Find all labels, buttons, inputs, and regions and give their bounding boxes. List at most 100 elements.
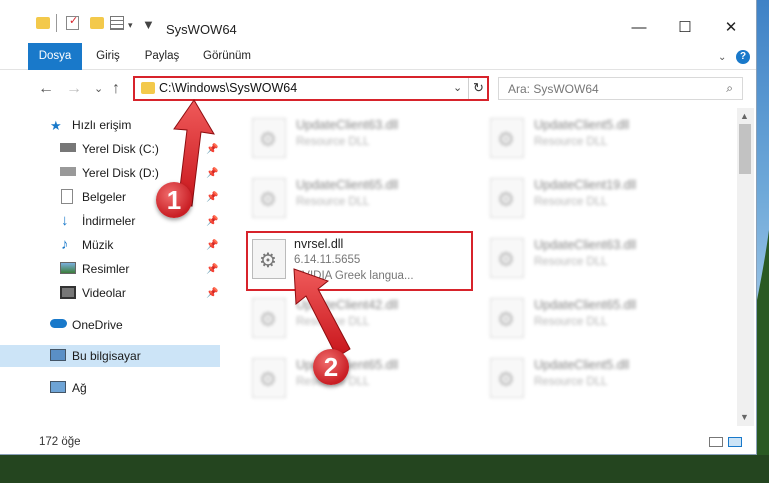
file-name: UpdateClient65.dll xyxy=(296,178,399,192)
status-bar: 172 öğe xyxy=(0,426,756,454)
scroll-up-icon[interactable]: ▲ xyxy=(740,111,749,121)
window-title: SysWOW64 xyxy=(166,22,237,37)
ribbon-expand-icon[interactable]: ⌄ xyxy=(718,52,726,63)
file-name: UpdateClient65.dll xyxy=(534,298,637,312)
title-bar: ✓ ▾ ▼ SysWOW64 — ☐ ✕ xyxy=(0,0,756,43)
list-item[interactable]: UpdateClient5.dll Resource DLL xyxy=(482,352,712,404)
sidebar-item-this-pc[interactable]: Bu bilgisayar xyxy=(0,345,220,367)
file-name: nvrsel.dll xyxy=(294,237,344,251)
dll-file-icon xyxy=(252,358,286,398)
sidebar-item-videos[interactable]: Videolar 📌 xyxy=(0,282,220,304)
search-input[interactable]: Ara: SysWOW64 ⌕ xyxy=(498,77,743,100)
back-button[interactable]: ← xyxy=(38,80,54,98)
recent-locations-button[interactable]: ⌄ xyxy=(94,82,103,95)
help-button[interactable]: ? xyxy=(736,50,750,64)
item-count: 172 öğe xyxy=(39,436,81,448)
list-item[interactable]: UpdateClient63.dll Resource DLL xyxy=(244,112,474,164)
search-placeholder: Ara: SysWOW64 xyxy=(508,82,599,96)
drive-icon xyxy=(60,167,76,176)
file-description: Resource DLL xyxy=(534,316,608,328)
sidebar-item-network[interactable]: Ağ xyxy=(0,377,220,399)
sidebar-item-label: Bu bilgisayar xyxy=(72,349,141,363)
video-icon xyxy=(60,286,76,299)
file-name: UpdateClient5.dll xyxy=(534,118,630,132)
sidebar-item-label: Yerel Disk (D:) xyxy=(82,166,159,180)
computer-icon xyxy=(50,349,66,361)
folder-icon xyxy=(141,82,155,94)
qa-arrow-icon[interactable]: ▼ xyxy=(142,17,155,35)
sidebar-item-label: Yerel Disk (C:) xyxy=(82,142,159,156)
list-item[interactable]: UpdateClient65.dll Resource DLL xyxy=(482,292,712,344)
list-item[interactable]: UpdateClient19.dll Resource DLL xyxy=(482,172,712,224)
file-name: UpdateClient63.dll xyxy=(534,238,637,252)
sidebar-item-pictures[interactable]: Resimler 📌 xyxy=(0,258,220,280)
file-description: Resource DLL xyxy=(534,376,608,388)
new-folder-icon[interactable] xyxy=(90,14,104,32)
scroll-down-icon[interactable]: ▼ xyxy=(740,412,749,422)
address-path[interactable]: C:\Windows\SysWOW64 xyxy=(159,81,297,95)
star-icon: ★ xyxy=(50,118,62,133)
sidebar-item-label: OneDrive xyxy=(72,318,123,332)
forward-button[interactable]: → xyxy=(66,80,82,98)
file-description: Resource DLL xyxy=(296,136,370,148)
address-dropdown-icon[interactable]: ⌄ xyxy=(453,81,462,94)
tab-giris[interactable]: Giriş xyxy=(88,43,128,70)
sidebar-item-label: Videolar xyxy=(82,286,126,300)
customize-toolbar-icon[interactable] xyxy=(110,14,124,32)
pin-icon[interactable]: 📌 xyxy=(206,288,218,299)
dll-file-icon xyxy=(252,178,286,218)
picture-icon xyxy=(60,262,76,274)
file-name: UpdateClient5.dll xyxy=(534,358,630,372)
pin-icon[interactable]: 📌 xyxy=(206,240,218,251)
explorer-window: ✓ ▾ ▼ SysWOW64 — ☐ ✕ Dosya Giriş Paylaş … xyxy=(0,0,757,455)
tab-gorunum[interactable]: Görünüm xyxy=(196,43,258,70)
step-badge-1: 1 xyxy=(156,182,192,218)
dll-file-icon xyxy=(252,118,286,158)
up-button[interactable]: ↑ xyxy=(112,80,120,98)
download-icon: ↓ xyxy=(61,212,69,229)
annotation-arrow-2 xyxy=(293,268,351,358)
ribbon-tabs: Dosya Giriş Paylaş Görünüm xyxy=(0,43,756,70)
network-icon xyxy=(50,381,66,393)
pin-icon[interactable]: 📌 xyxy=(206,264,218,275)
divider xyxy=(468,78,469,99)
close-button[interactable]: ✕ xyxy=(708,12,754,42)
minimize-button[interactable]: — xyxy=(616,12,662,42)
file-description: Resource DLL xyxy=(534,196,608,208)
list-item[interactable]: UpdateClient5.dll Resource DLL xyxy=(482,112,712,164)
music-icon: ♪ xyxy=(61,236,69,253)
dropdown-icon[interactable]: ▾ xyxy=(128,20,133,38)
list-item[interactable]: UpdateClient65.dll Resource DLL xyxy=(244,172,474,224)
dll-file-icon xyxy=(490,238,524,278)
tab-paylas[interactable]: Paylaş xyxy=(140,43,184,70)
details-view-icon[interactable] xyxy=(709,437,723,447)
sidebar-item-music[interactable]: ♪ Müzik 📌 xyxy=(0,234,220,256)
scroll-thumb[interactable] xyxy=(739,124,751,174)
dll-file-icon xyxy=(490,298,524,338)
refresh-button[interactable]: ↻ xyxy=(473,80,484,96)
pin-icon[interactable]: 📌 xyxy=(206,216,218,227)
list-item[interactable]: UpdateClient42.dll Resource DLL xyxy=(244,292,474,344)
highlighted-file[interactable]: nvrsel.dll 6.14.11.5655 NVIDIA Greek lan… xyxy=(246,231,473,291)
properties-icon[interactable]: ✓ xyxy=(66,14,79,32)
sidebar-item-onedrive[interactable]: OneDrive xyxy=(0,314,220,336)
tab-dosya[interactable]: Dosya xyxy=(28,43,82,70)
search-icon[interactable]: ⌕ xyxy=(726,81,733,96)
file-description: Resource DLL xyxy=(296,196,370,208)
dll-file-icon xyxy=(490,118,524,158)
folder-icon xyxy=(36,14,50,32)
tiles-view-icon[interactable] xyxy=(728,437,742,447)
dll-file-icon xyxy=(490,358,524,398)
list-item[interactable]: UpdateClient63.dll Resource DLL xyxy=(482,232,712,284)
list-item[interactable]: nvrsel.dll 6.14.11.5655 NVIDIA Greek lan… xyxy=(248,235,478,287)
sidebar-item-label: İndirmeler xyxy=(82,214,136,228)
step-badge-2: 2 xyxy=(313,349,349,385)
divider xyxy=(56,14,57,32)
maximize-button[interactable]: ☐ xyxy=(662,12,708,42)
sidebar-item-label: Resimler xyxy=(82,262,130,276)
vertical-scrollbar[interactable]: ▲ ▼ xyxy=(737,108,754,426)
sidebar-item-label: Hızlı erişim xyxy=(72,118,132,132)
sidebar-item-label: Ağ xyxy=(72,381,87,395)
document-icon xyxy=(61,189,73,204)
list-item[interactable]: UpdateClient65.dll Resource DLL xyxy=(244,352,474,404)
